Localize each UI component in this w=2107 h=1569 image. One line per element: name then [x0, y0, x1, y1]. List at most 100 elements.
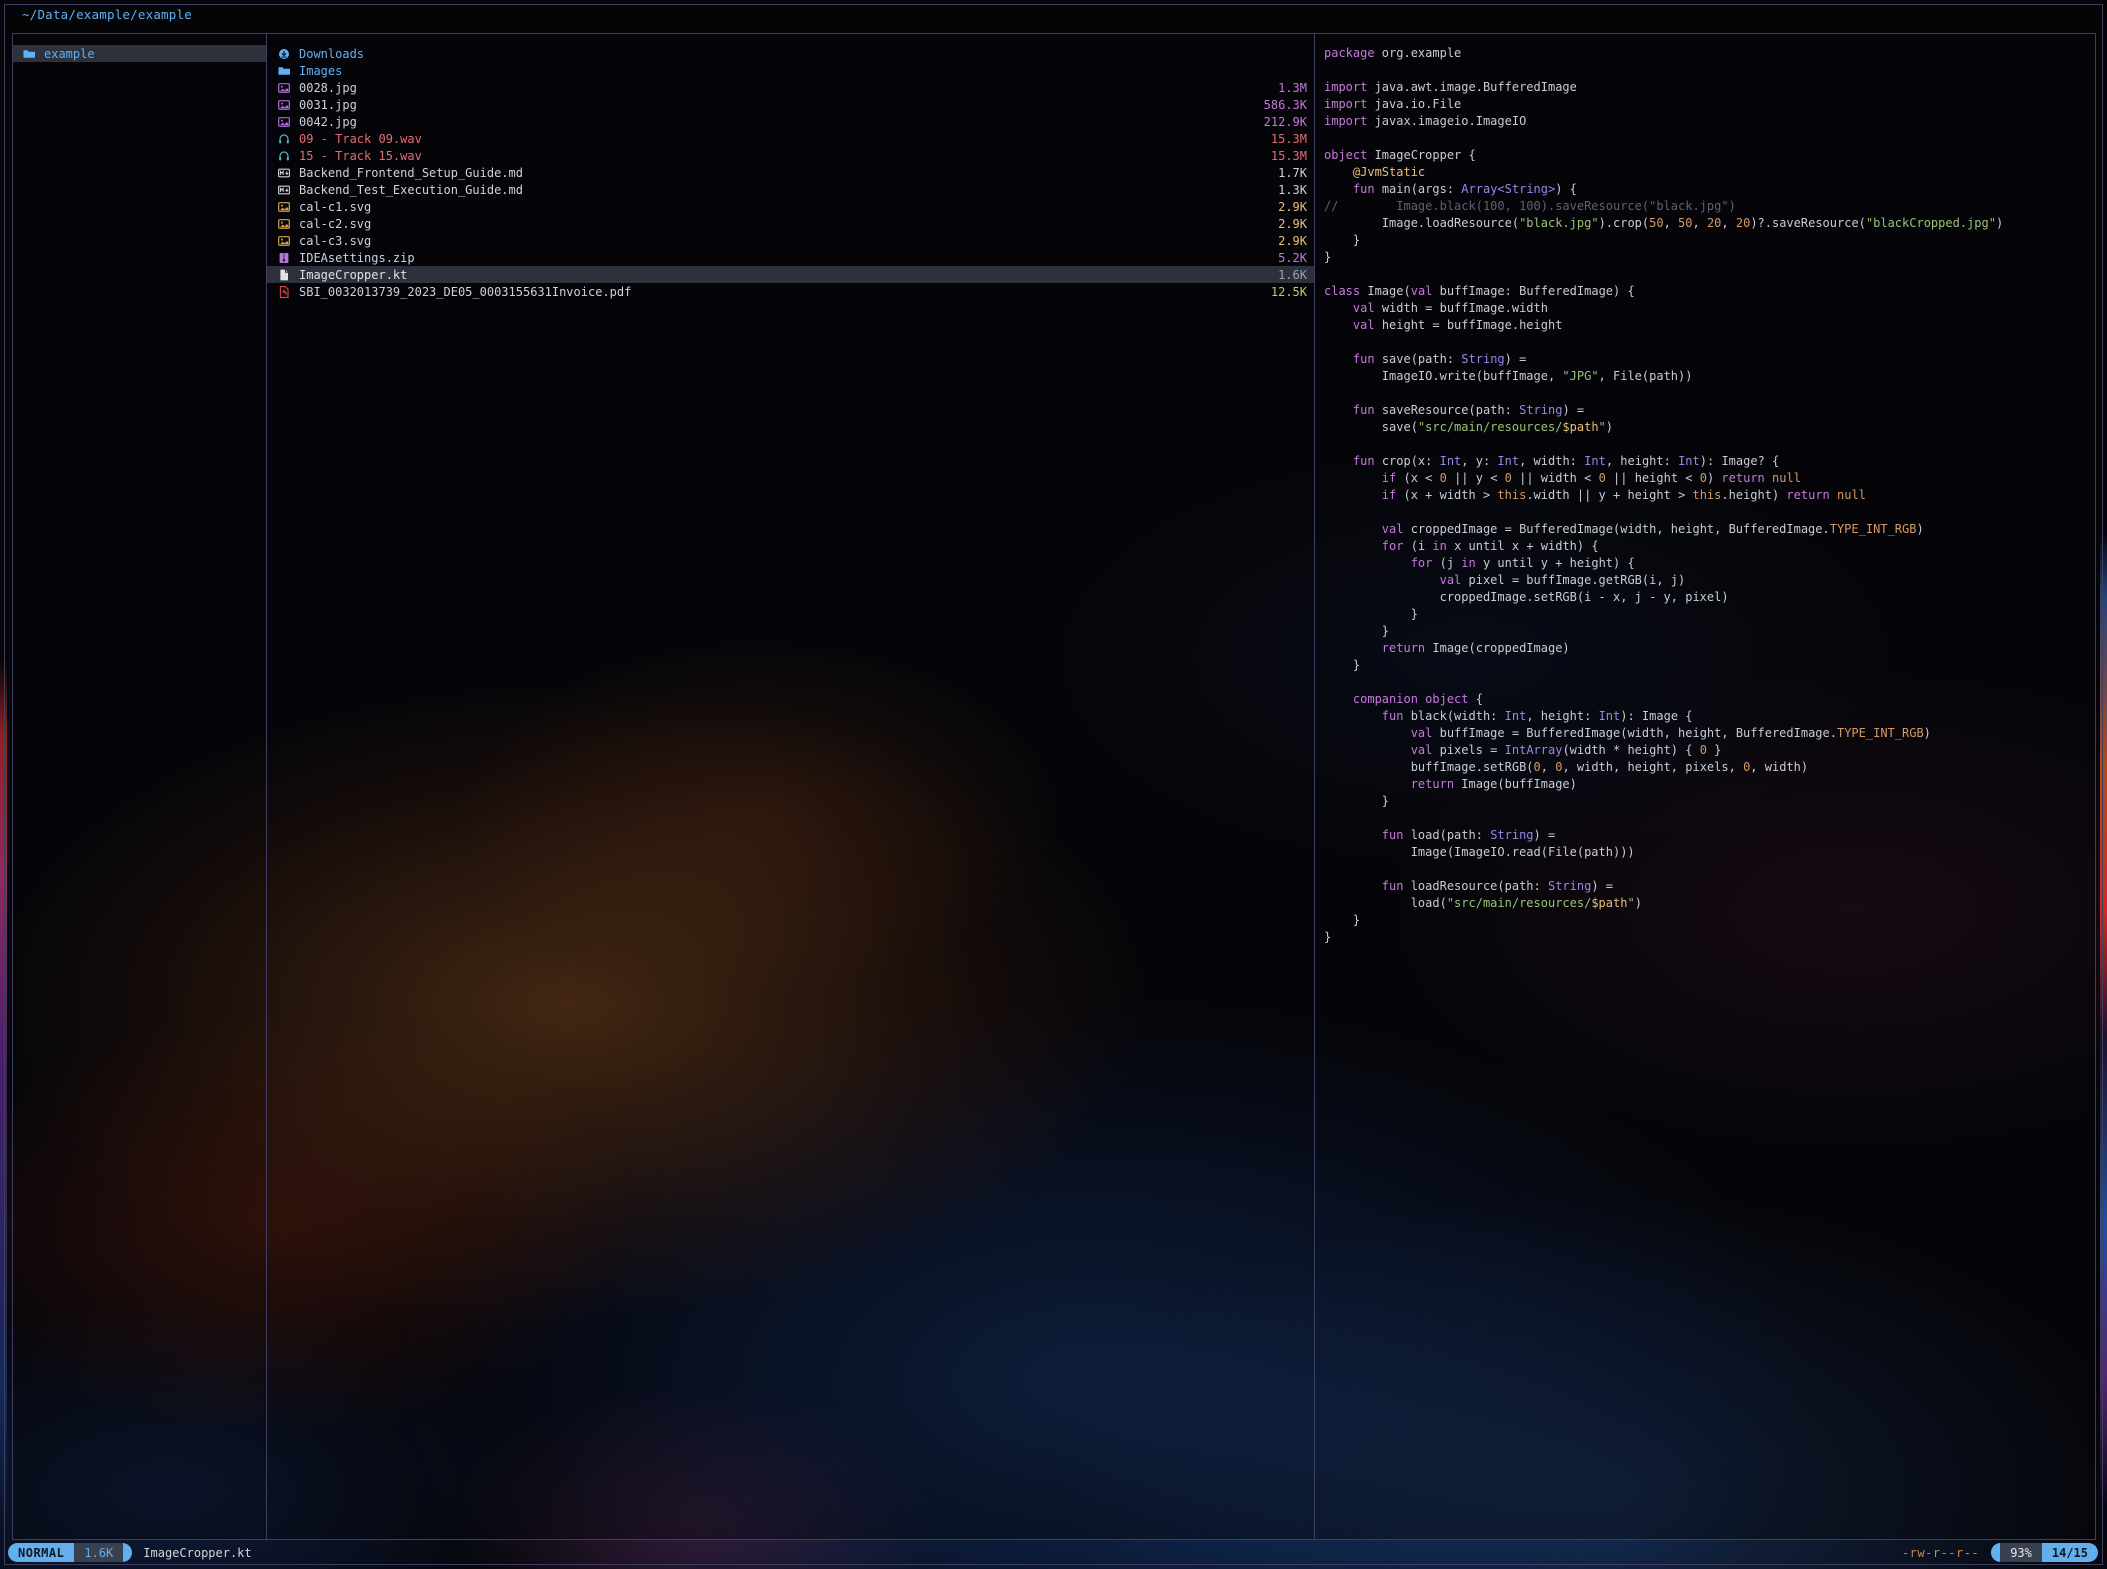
code-line	[1324, 504, 2095, 521]
folder-download-icon	[278, 48, 291, 60]
file-size-badge: 1.6K	[74, 1543, 123, 1562]
code-line	[1324, 810, 2095, 827]
code-line: companion object {	[1324, 691, 2095, 708]
scroll-percent: 93%	[2000, 1543, 2042, 1562]
code-line: val pixels = IntArray(width * height) { …	[1324, 742, 2095, 759]
file-name: 0028.jpg	[299, 81, 357, 95]
file-row-IDEAsettings.zip[interactable]: IDEAsettings.zip5.2K	[267, 249, 1314, 266]
audio-icon	[278, 133, 291, 145]
file-manager-panes: example DownloadsImages 0028.jpg 1.3M0031.…	[12, 33, 2096, 1540]
code-line: val height = buffImage.height	[1324, 317, 2095, 334]
file-row-cal-c2.svg[interactable]: cal-c2.svg 2.9K	[267, 215, 1314, 232]
file-size: 1.7K	[1278, 166, 1314, 180]
file-size: 15.3M	[1271, 132, 1314, 146]
code-line: fun load(path: String) =	[1324, 827, 2095, 844]
desktop: ~/Data/example/example example Downloads…	[0, 0, 2107, 1569]
code-line: fun save(path: String) =	[1324, 351, 2095, 368]
file-name: cal-c2.svg	[299, 217, 371, 231]
file-name: 09 - Track 09.wav	[299, 132, 422, 146]
code-line: object ImageCropper {	[1324, 147, 2095, 164]
mode-size-pill: NORMAL 1.6K	[8, 1543, 132, 1562]
file-name: example	[44, 47, 95, 61]
code-line: @JvmStatic	[1324, 164, 2095, 181]
code-line: if (x + width > this.width || y + height…	[1324, 487, 2095, 504]
file-size: 2.9K	[1278, 200, 1314, 214]
file-name: 15 - Track 15.wav	[299, 149, 422, 163]
mode-badge: NORMAL	[8, 1543, 74, 1562]
file-name: Backend_Frontend_Setup_Guide.md	[299, 166, 523, 180]
file-row-Downloads[interactable]: Downloads	[267, 45, 1314, 62]
file-row-cal-c3.svg[interactable]: cal-c3.svg2.9K	[267, 232, 1314, 249]
code-line: return Image(buffImage)	[1324, 776, 2095, 793]
code-line: }	[1324, 657, 2095, 674]
code-line: }	[1324, 249, 2095, 266]
status-bar-right: -rw-r--r-- 93% 14/15	[1902, 1543, 2098, 1562]
code-line: load("src/main/resources/$path")	[1324, 895, 2095, 912]
file-size: 1.3K	[1278, 183, 1314, 197]
file-row-Images[interactable]: Images	[267, 62, 1314, 79]
code-line: Image.loadResource("black.jpg").crop(50,…	[1324, 215, 2095, 232]
file-icon	[278, 269, 291, 281]
pdf-icon	[278, 286, 291, 298]
code-line: }	[1324, 606, 2095, 623]
markdown-icon	[278, 184, 291, 196]
code-line: }	[1324, 912, 2095, 929]
code-line: val width = buffImage.width	[1324, 300, 2095, 317]
code-line: }	[1324, 623, 2095, 640]
file-row-cal-c1.svg[interactable]: cal-c1.svg2.9K	[267, 198, 1314, 215]
code-line	[1324, 385, 2095, 402]
code-line: ImageIO.write(buffImage, "JPG", File(pat…	[1324, 368, 2095, 385]
code-line	[1324, 130, 2095, 147]
file-size: 15.3M	[1271, 149, 1314, 163]
image-icon	[278, 218, 291, 230]
image-icon	[278, 99, 291, 111]
file-list: DownloadsImages 0028.jpg 1.3M0031.jpg586.3…	[267, 34, 1314, 300]
file-name: SBI_0032013739_2023_DE05_0003155631Invoi…	[299, 285, 631, 299]
file-size: 212.9K	[1264, 115, 1314, 129]
code-line: fun black(width: Int, height: Int): Imag…	[1324, 708, 2095, 725]
code-line	[1324, 436, 2095, 453]
file-size: 1.6K	[1278, 268, 1314, 282]
folder-icon	[23, 48, 36, 60]
code-line	[1324, 266, 2095, 283]
code-line: import javax.imageio.ImageIO	[1324, 113, 2095, 130]
code-line: return Image(croppedImage)	[1324, 640, 2095, 657]
code-line: fun main(args: Array<String>) {	[1324, 181, 2095, 198]
file-name: 0042.jpg	[299, 115, 357, 129]
parent-pane: example	[13, 34, 266, 1539]
file-row-ImageCropper.kt[interactable]: ImageCropper.kt1.6K	[267, 266, 1314, 283]
file-name: cal-c3.svg	[299, 234, 371, 248]
file-row-15 - Track 15.wav[interactable]: 15 - Track 15.wav 15.3M	[267, 147, 1314, 164]
file-size: 586.3K	[1264, 98, 1314, 112]
current-path: ~/Data/example/example	[22, 7, 192, 22]
code-line: }	[1324, 929, 2095, 946]
file-row-Backend_Test_Execution_Guide.md[interactable]: Backend_Test_Execution_Guide.md 1.3K	[267, 181, 1314, 198]
status-bar: NORMAL 1.6K ImageCropper.kt -rw-r--r-- 9…	[8, 1542, 2098, 1563]
code-line	[1324, 861, 2095, 878]
image-icon	[278, 82, 291, 94]
code-line	[1324, 674, 2095, 691]
parent-item-example[interactable]: example	[13, 45, 266, 62]
code-line: Image(ImageIO.read(File(path)))	[1324, 844, 2095, 861]
pill-cap	[123, 1543, 132, 1562]
code-line: for (j in y until y + height) {	[1324, 555, 2095, 572]
file-size: 5.2K	[1278, 251, 1314, 265]
code-line: fun saveResource(path: String) =	[1324, 402, 2095, 419]
file-row-09 - Track 09.wav[interactable]: 09 - Track 09.wav 15.3M	[267, 130, 1314, 147]
file-row-Backend_Frontend_Setup_Guide.md[interactable]: Backend_Frontend_Setup_Guide.md 1.7K	[267, 164, 1314, 181]
code-line: val buffImage = BufferedImage(width, hei…	[1324, 725, 2095, 742]
code-line: val croppedImage = BufferedImage(width, …	[1324, 521, 2095, 538]
code-line: package org.example	[1324, 45, 2095, 62]
file-row-0028.jpg[interactable]: 0028.jpg 1.3M	[267, 79, 1314, 96]
file-size: 1.3M	[1278, 81, 1314, 95]
cursor-position: 14/15	[2042, 1543, 2098, 1562]
status-bar-left: NORMAL 1.6K ImageCropper.kt	[8, 1543, 252, 1562]
file-row-0042.jpg[interactable]: 0042.jpg 212.9K	[267, 113, 1314, 130]
file-row-SBI_0032013739_2023_DE05_0003155631Invoice.pdf[interactable]: SBI_0032013739_2023_DE05_0003155631Invoi…	[267, 283, 1314, 300]
file-size: 2.9K	[1278, 217, 1314, 231]
code-line: class Image(val buffImage: BufferedImage…	[1324, 283, 2095, 300]
file-row-0031.jpg[interactable]: 0031.jpg586.3K	[267, 96, 1314, 113]
file-name: Backend_Test_Execution_Guide.md	[299, 183, 523, 197]
image-icon	[278, 235, 291, 247]
markdown-icon	[278, 167, 291, 179]
